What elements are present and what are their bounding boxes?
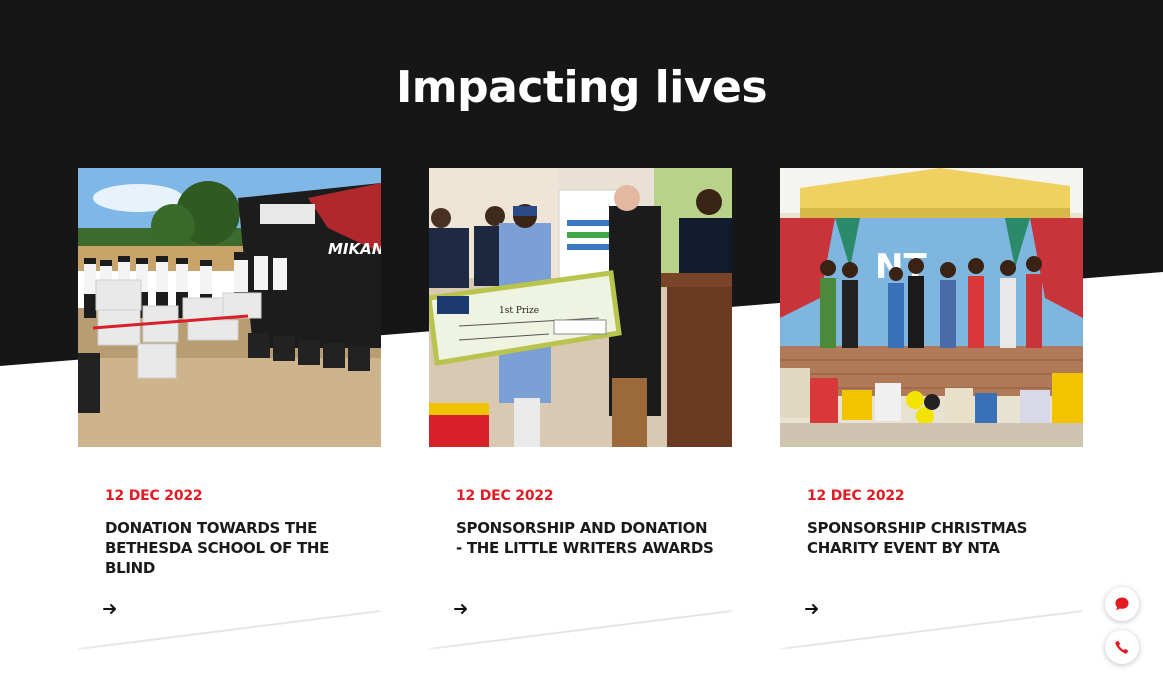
phone-icon bbox=[1115, 640, 1129, 654]
news-card-3[interactable]: NT 12 DEC 2022 SPONSORSHIP CHRISTMAS CHA… bbox=[780, 168, 1083, 648]
mikano-banner-logo: MIKANO bbox=[328, 240, 381, 258]
card-title[interactable]: DONATION TOWARDS THE BETHESDA SCHOOL OF … bbox=[105, 518, 355, 578]
section-title: Impacting lives bbox=[395, 62, 768, 113]
call-button[interactable] bbox=[1105, 630, 1139, 664]
cheque-prize-label: 1st Prize bbox=[499, 306, 539, 316]
arrow-right-icon[interactable] bbox=[805, 602, 819, 616]
card-date: 12 DEC 2022 bbox=[456, 488, 554, 504]
news-card-2[interactable]: 1st Prize 12 DEC 2022 SPONSORSHIP AND DO… bbox=[429, 168, 732, 648]
chat-button[interactable] bbox=[1105, 587, 1139, 621]
card-image-christmas-charity[interactable]: NT bbox=[780, 168, 1083, 447]
news-card-1[interactable]: MIKANO bbox=[78, 168, 381, 648]
arrow-right-icon[interactable] bbox=[103, 602, 117, 616]
card-date: 12 DEC 2022 bbox=[105, 488, 203, 504]
card-title[interactable]: SPONSORSHIP CHRISTMAS CHARITY EVENT BY N… bbox=[807, 518, 1047, 558]
card-title[interactable]: SPONSORSHIP AND DONATION - THE LITTLE WR… bbox=[456, 518, 716, 558]
christmas-photo: NT bbox=[780, 168, 1083, 447]
card-image-writers-awards[interactable]: 1st Prize bbox=[429, 168, 732, 447]
awards-photo: 1st Prize bbox=[429, 168, 732, 447]
card-image-donation[interactable]: MIKANO bbox=[78, 168, 381, 447]
arrow-right-icon[interactable] bbox=[454, 602, 468, 616]
card-date: 12 DEC 2022 bbox=[807, 488, 905, 504]
donation-photo: MIKANO bbox=[78, 168, 381, 447]
chat-bubble-icon bbox=[1115, 597, 1129, 611]
